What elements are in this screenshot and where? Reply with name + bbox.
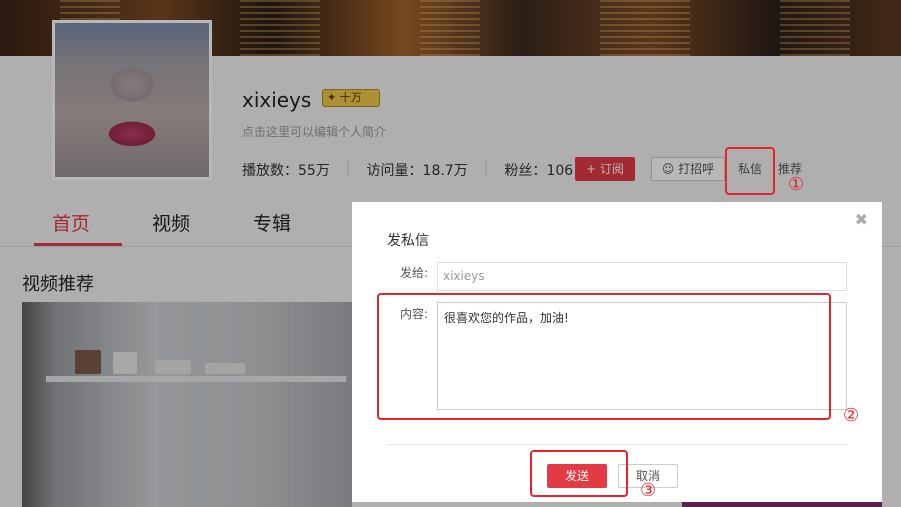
dialog-title: 发私信 xyxy=(387,233,429,249)
close-icon[interactable]: ✖ xyxy=(855,210,868,229)
highlight-content xyxy=(377,293,831,420)
annotation-1: ① xyxy=(788,174,805,195)
annotation-2: ② xyxy=(843,405,860,426)
recipient-label: 发给: xyxy=(400,266,429,280)
highlight-private-message xyxy=(725,147,775,195)
annotation-3: ③ xyxy=(640,480,657,501)
dialog-divider xyxy=(387,444,847,445)
highlight-send xyxy=(530,450,628,497)
recipient-field[interactable]: xixieys xyxy=(437,262,847,291)
